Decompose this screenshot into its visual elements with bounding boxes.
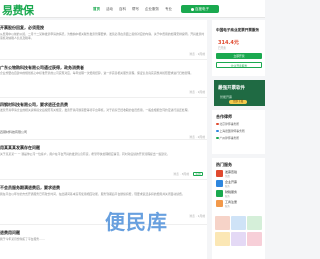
nav-item-write[interactable]: 帮写 xyxy=(132,7,139,12)
like-button[interactable]: 有用 xyxy=(193,172,203,176)
post-feed: 开票股份回复，必须是按 从费用中以前的以按，二月十二某种发票申请的情况，为缴纳中… xyxy=(0,20,207,259)
post-title[interactable]: 开票股份回复，必须是按 xyxy=(0,25,44,31)
banner-download-button[interactable]: 立即下载 xyxy=(229,100,247,104)
post-company-tag[interactable]: 四钢材科技有限公司 xyxy=(0,130,27,134)
service-icon xyxy=(216,190,223,197)
list-item[interactable]: 四钢材科技有限公司，要求退还会员费 发票开具申请企业的相关资料提交后按照有关规定… xyxy=(0,98,207,140)
promo-card: 中国电子商业发票开票服务 314.4元 已开票 立即开票 企业开票服务 xyxy=(212,20,265,76)
list-item[interactable]: 不会员服务期满退费后，要求退费 我在平台以年付的方式开通服务已有较长时间，在此期… xyxy=(0,180,207,225)
promo-price-sub: 已开票 xyxy=(218,47,226,50)
bullet-icon xyxy=(216,136,219,140)
hot-item[interactable]: 财税服务 服务 xyxy=(216,190,262,198)
banner-title: 最强开票软件 xyxy=(218,86,245,91)
coop-item-label: 上海德国律师事务所 xyxy=(219,129,245,133)
promo-title: 中国电子商业发票开票服务 xyxy=(216,28,260,32)
hot-item-sub: 服务 xyxy=(225,185,230,188)
nav-item-events[interactable]: 活动 xyxy=(106,7,113,12)
nav-cta-label: 百度电子 xyxy=(195,7,209,11)
hot-item[interactable]: 企业开票 服务 xyxy=(216,180,262,188)
service-tile[interactable] xyxy=(247,216,262,230)
enterprise-invoice-button[interactable]: 企业开票服务 xyxy=(216,62,262,68)
service-tile[interactable] xyxy=(231,216,246,230)
banner-subtitle: 智能开票 xyxy=(220,95,233,99)
watermark: 便民库 xyxy=(105,210,168,234)
service-tile[interactable] xyxy=(215,216,230,230)
coop-card: 合作律师 北京律师事务所 上海德国律师事务所 广州律师事务所 xyxy=(212,110,265,154)
post-title[interactable]: 退费用问题 xyxy=(0,230,20,236)
post-meta: 浏览 · 1月前 xyxy=(189,214,205,218)
section-title: 热门服务 xyxy=(216,162,232,167)
service-tile[interactable] xyxy=(247,232,262,246)
post-body: 我在平台以年付的方式开通服务已有较长时间，在此期间基本没有使用相应功能，服务到期… xyxy=(0,192,185,196)
hot-item[interactable]: 发票查验 免费 xyxy=(216,170,262,178)
coop-item[interactable]: 北京律师事务所 xyxy=(216,122,239,126)
promo-price: 314.4元 xyxy=(218,40,239,46)
service-icon xyxy=(216,200,223,207)
nav-item-enterprise[interactable]: 企业服务 xyxy=(145,7,159,12)
post-body: 关于某某某一 一 我是你公司一位客户，用户在平台开具的发票信息有误，希望尽快处理… xyxy=(0,152,170,156)
post-body: 我于今年某月份购买了平台服务…… xyxy=(0,237,45,241)
coop-item-label: 北京律师事务所 xyxy=(219,122,240,126)
bullet-icon xyxy=(216,122,219,126)
service-icon xyxy=(216,180,223,187)
post-meta: 浏览 · 1周前 xyxy=(189,90,205,94)
top-bar: 易费保 首页 活动 百科 帮写 企业服务 专业 百度电子 xyxy=(0,0,265,18)
service-tile[interactable] xyxy=(231,232,246,246)
nav-item-home[interactable]: 首页 xyxy=(93,7,100,12)
hot-item-sub: 服务 xyxy=(225,195,230,198)
section-title: 合作律师 xyxy=(216,114,232,119)
app-banner[interactable]: 最强开票软件 智能开票 立即下载 xyxy=(214,80,265,106)
post-body: 企业想要在自建中的规划核心中标准开票的公司实现对应，每年处理一次费用结算，进一步… xyxy=(0,71,193,75)
service-icon xyxy=(216,170,223,177)
hot-item[interactable]: 工商注册 服务 xyxy=(216,200,262,208)
site-logo[interactable]: 易费保 xyxy=(2,2,34,18)
post-meta: 浏览 · 2周前 xyxy=(189,135,205,139)
nav-item-pro[interactable]: 专业 xyxy=(165,7,172,12)
bullet-icon xyxy=(216,129,219,133)
post-body: 发票开具申请企业的相关资料提交后按照有关规定，发票开具问题需要等待平台审核，对于… xyxy=(0,108,191,112)
post-meta: 浏览 · 1周前 xyxy=(189,52,205,56)
post-title[interactable]: 用某某某发票存在问题 xyxy=(0,145,40,151)
list-item[interactable]: 退费用问题 我于今年某月份购买了平台服务…… xyxy=(0,225,207,259)
coop-item[interactable]: 广州律师事务所 xyxy=(216,136,239,140)
hot-item-sub: 服务 xyxy=(225,205,230,208)
service-tile[interactable] xyxy=(215,232,230,246)
list-item[interactable]: 开票股份回复，必须是按 从费用中以前的以按，二月十二某种发票申请的情况，为缴纳中… xyxy=(0,20,207,60)
app-icon xyxy=(191,7,194,11)
post-meta: 浏览 · 3周前 xyxy=(173,172,189,176)
hot-item-sub: 免费 xyxy=(225,175,230,178)
main-nav: 首页 活动 百科 帮写 企业服务 专业 xyxy=(93,7,172,12)
list-item[interactable]: 广东公物购科技有限公司通过获得，政务消费者 企业想要在自建中的规划核心中标准开票… xyxy=(0,60,207,98)
post-title[interactable]: 不会员服务期满退费后，要求退费 xyxy=(0,185,60,191)
nav-cta-button[interactable]: 百度电子 xyxy=(181,5,219,13)
post-body: 从费用中以前的以按，二月十二某种发票申请的情况，为缴纳中相关税务发票管理要求，发… xyxy=(0,32,205,40)
invoice-button[interactable]: 立即开票 xyxy=(216,53,262,59)
coop-item[interactable]: 上海德国律师事务所 xyxy=(216,129,245,133)
hot-services-card: 热门服务 发票查验 免费 企业开票 服务 财税服务 服务 工商注册 服务 xyxy=(212,158,265,259)
list-item[interactable]: 用某某某发票存在问题 关于某某某一 一 我是你公司一位客户，用户在平台开具的发票… xyxy=(0,140,207,180)
nav-item-wiki[interactable]: 百科 xyxy=(119,7,126,12)
coop-item-label: 广州律师事务所 xyxy=(219,136,240,140)
